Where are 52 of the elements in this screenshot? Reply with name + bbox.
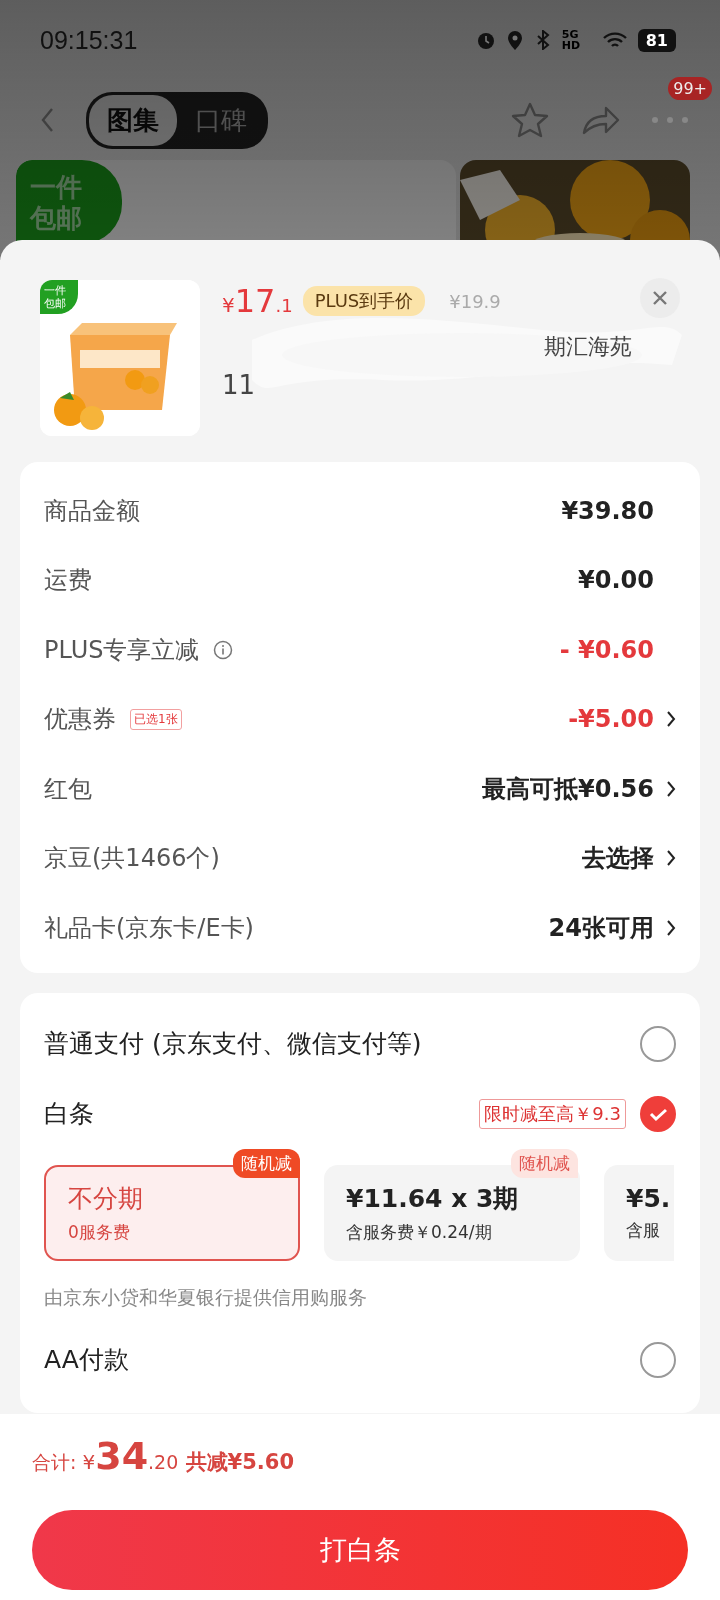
fee-label: 运费 [44,565,92,597]
original-price: ¥19.9 [449,290,501,312]
radio-button[interactable] [640,1025,676,1062]
installment-title: ¥5. [626,1183,672,1213]
service-note: 由京东小贷和华夏银行提供信用购服务 [44,1284,368,1310]
battery-level: 81 [637,28,676,52]
status-time: 09:15:31 [40,25,138,55]
fee-label: 商品金额 [44,495,140,527]
tab[interactable]: 图集 [89,94,177,146]
fee-label: 礼品卡(京东卡/E卡) [44,912,254,944]
discount-badge: 随机减 [511,1148,578,1178]
radio-button[interactable] [640,1341,676,1378]
fee-value: -¥5.00 [568,705,654,734]
back-icon [40,107,56,133]
shipping-badge: 一件 包邮 [40,280,78,315]
installment-fee: 含服务费￥0.24/期 [346,1220,493,1244]
price-tag: PLUS到手价 [302,286,426,316]
fee-value: - ¥0.60 [559,635,654,664]
discount-badge: 随机减 [233,1148,300,1178]
alarm-icon [475,30,496,50]
installment-fee: 0服务费 [68,1220,131,1244]
fee-label: 优惠券 [44,704,116,736]
close-button[interactable] [640,278,680,318]
fee-label: 红包 [44,773,92,805]
fee-value: 去选择 [582,843,654,875]
tab[interactable]: 口碑 [177,94,265,146]
star-icon [510,101,550,139]
selected-tag: 已选1张 [130,708,182,730]
payment-option-label: AA付款 [44,1344,129,1376]
order-total: 合计: ¥34.20 共减¥5.60 [32,1434,295,1480]
promo-tag: 限时减至高￥9.3 [479,1098,626,1129]
fee-value: 最高可抵¥0.56 [482,773,654,805]
location-icon [505,30,524,50]
radio-button[interactable] [640,1095,676,1132]
fee-value: ¥39.80 [561,496,654,525]
product-title: 11 [222,370,257,400]
payment-option-label: 普通支付 (京东支付、微信支付等) [44,1028,422,1060]
payment-option-label: 白条 [44,1098,94,1130]
installment-fee: 含服 [626,1218,661,1242]
installment-title: 不分期 [68,1182,144,1215]
fee-value: ¥0.00 [578,566,654,595]
more-icon [650,115,690,125]
fee-label: PLUS专享立减 [44,634,200,666]
product-price: ¥17.1 [222,282,293,320]
installment-option[interactable]: ¥5. 含服 [604,1164,674,1261]
installment-title: ¥11.64 x 3期 [346,1182,520,1215]
pay-button[interactable]: 打白条 [32,1510,688,1590]
fee-value: 24张可用 [548,912,654,944]
network-label: 5G HD [561,29,582,51]
product-title: 期汇海苑 [544,333,632,361]
fee-label: 京豆(共1466个) [44,843,220,875]
notification-badge: 99+ [668,77,712,100]
